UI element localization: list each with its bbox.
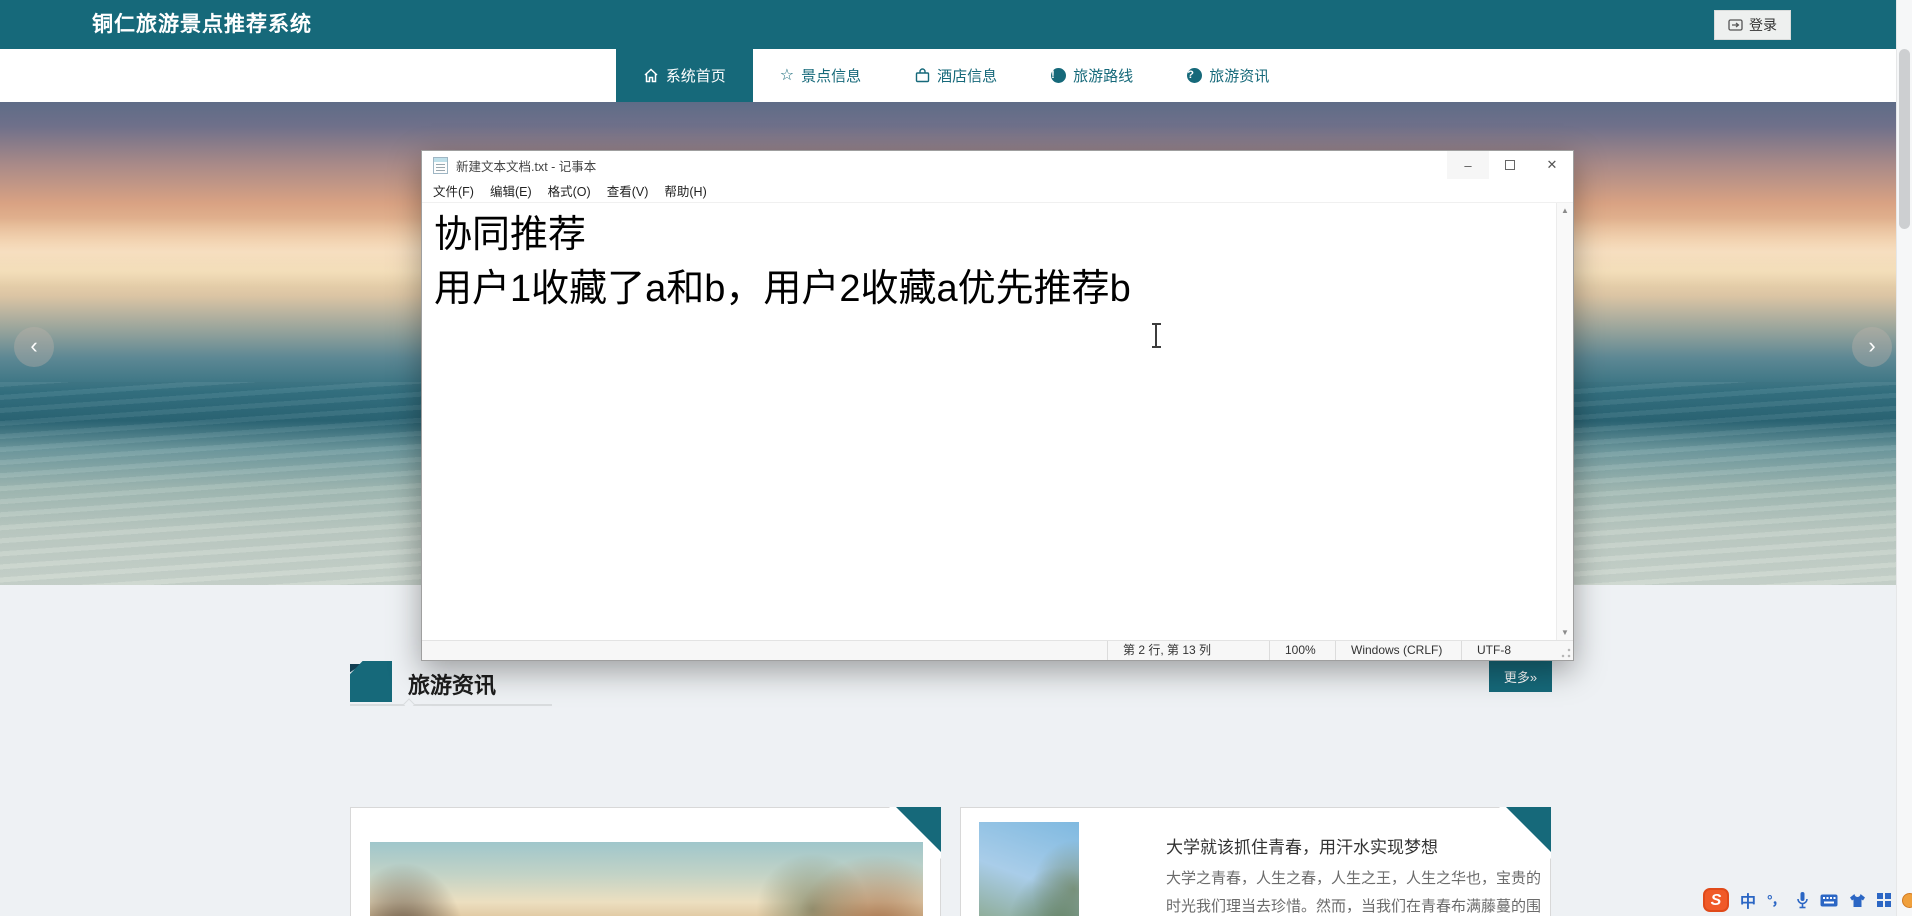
punctuation-icon[interactable]: °， [1767,890,1786,910]
app-header: 铜仁旅游景点推荐系统 登录 [0,0,1912,49]
minimize-button[interactable]: – [1447,151,1489,179]
notepad-app-icon [433,156,448,174]
close-button[interactable]: ✕ [1531,151,1573,179]
text-line: 用户1收藏了a和b，用户2收藏a优先推荐b [434,267,1131,310]
menu-edit[interactable]: 编辑(E) [482,181,540,200]
news-card[interactable] [350,807,941,916]
sogou-logo-icon[interactable]: S [1703,888,1729,912]
login-button[interactable]: 登录 [1714,10,1791,40]
menu-view[interactable]: 查看(V) [599,181,657,200]
briefcase-icon [915,68,930,83]
menu-help[interactable]: 帮助(H) [656,181,714,200]
star-icon: ☆ [779,66,795,84]
notepad-titlebar[interactable]: 新建文本文档.txt - 记事本 – ✕ [422,151,1573,179]
nav-label: 旅游路线 [1073,68,1134,85]
status-line-ending: Windows (CRLF) [1335,641,1461,660]
maximize-icon [1505,160,1515,170]
nav-label: 旅游资讯 [1209,68,1270,85]
carousel-prev-button[interactable]: ‹ [14,327,54,367]
nav-item-news[interactable]: ? 旅游资讯 [1160,49,1296,102]
login-label: 登录 [1749,17,1777,33]
keyboard-icon[interactable] [1820,894,1838,907]
notepad-menubar: 文件(F) 编辑(E) 格式(O) 查看(V) 帮助(H) [422,179,1573,203]
news-card[interactable]: 大学就该抓住青春，用汗水实现梦想 大学之青春，人生之春，人生之王，人生之华也，宝… [960,807,1551,916]
corner-fold-icon [896,807,941,852]
ime-toolbar[interactable]: S 中 °， [1703,886,1912,914]
microphone-icon[interactable] [1796,891,1809,909]
page-scrollbar-thumb[interactable] [1899,49,1910,229]
status-zoom-level: 100% [1269,641,1335,660]
nav-label: 酒店信息 [937,68,998,85]
carousel-next-button[interactable]: › [1852,327,1892,367]
maximize-button[interactable] [1489,151,1531,179]
notepad-text-area[interactable]: 协同推荐用户1收藏了a和b，用户2收藏a优先推荐b ▲ ▼ [422,203,1573,640]
chinese-mode-icon[interactable]: 中 [1740,888,1756,912]
home-icon [643,68,659,83]
nav-item-hotels[interactable]: 酒店信息 [888,49,1024,102]
nav-item-attractions[interactable]: ☆ 景点信息 [753,49,888,102]
question-circle-icon: ? [1187,68,1203,83]
skin-icon[interactable] [1849,893,1866,908]
menu-format[interactable]: 格式(O) [540,181,599,200]
news-card-body: 大学之青春，人生之春，人生之王，人生之华也，宝贵的时光我们理当去珍惜。然而，当我… [1166,870,1542,915]
text-line: 协同推荐 [434,214,587,256]
main-nav: 系统首页 ☆ 景点信息 酒店信息 ! 旅游路线 ? 旅游资讯 [0,49,1912,102]
scroll-up-icon[interactable]: ▲ [1561,203,1569,218]
page-scrollbar[interactable] [1896,0,1912,916]
nav-item-routes[interactable]: ! 旅游路线 [1024,49,1160,102]
corner-fold-icon [1506,807,1551,852]
login-icon [1728,19,1743,31]
emoji-icon[interactable] [1901,892,1912,908]
exclamation-circle-icon: ! [1051,68,1067,83]
notepad-text[interactable]: 协同推荐用户1收藏了a和b，用户2收藏a优先推荐b [422,203,1573,317]
section-marker-icon [350,661,392,702]
status-cursor-position: 第 2 行, 第 13 列 [1107,641,1269,660]
scroll-down-icon[interactable]: ▼ [1561,625,1569,640]
nav-item-home[interactable]: 系统首页 [615,49,753,102]
app-title: 铜仁旅游景点推荐系统 [92,13,312,36]
nav-label: 景点信息 [801,68,862,85]
resize-grip[interactable] [1561,648,1571,658]
news-card-photo [979,822,1079,916]
window-controls: – ✕ [1447,151,1573,179]
notepad-statusbar: 第 2 行, 第 13 列 100% Windows (CRLF) UTF-8 [422,640,1573,660]
notepad-window: 新建文本文档.txt - 记事本 – ✕ 文件(F) 编辑(E) 格式(O) 查… [421,150,1574,661]
more-button[interactable]: 更多» [1489,661,1552,692]
toolbox-icon[interactable] [1876,893,1891,907]
news-card-title[interactable]: 大学就该抓住青春，用汗水实现梦想 [1166,833,1438,858]
nav-label: 系统首页 [665,68,726,85]
section-underline [350,698,552,710]
menu-file[interactable]: 文件(F) [425,181,482,200]
notepad-window-title: 新建文本文档.txt - 记事本 [456,159,597,174]
notepad-scrollbar[interactable]: ▲ ▼ [1556,203,1573,640]
news-card-photo [370,842,923,916]
text-cursor-icon [1149,323,1163,348]
news-section-title: 旅游资讯 [408,673,497,698]
status-encoding: UTF-8 [1461,641,1573,660]
